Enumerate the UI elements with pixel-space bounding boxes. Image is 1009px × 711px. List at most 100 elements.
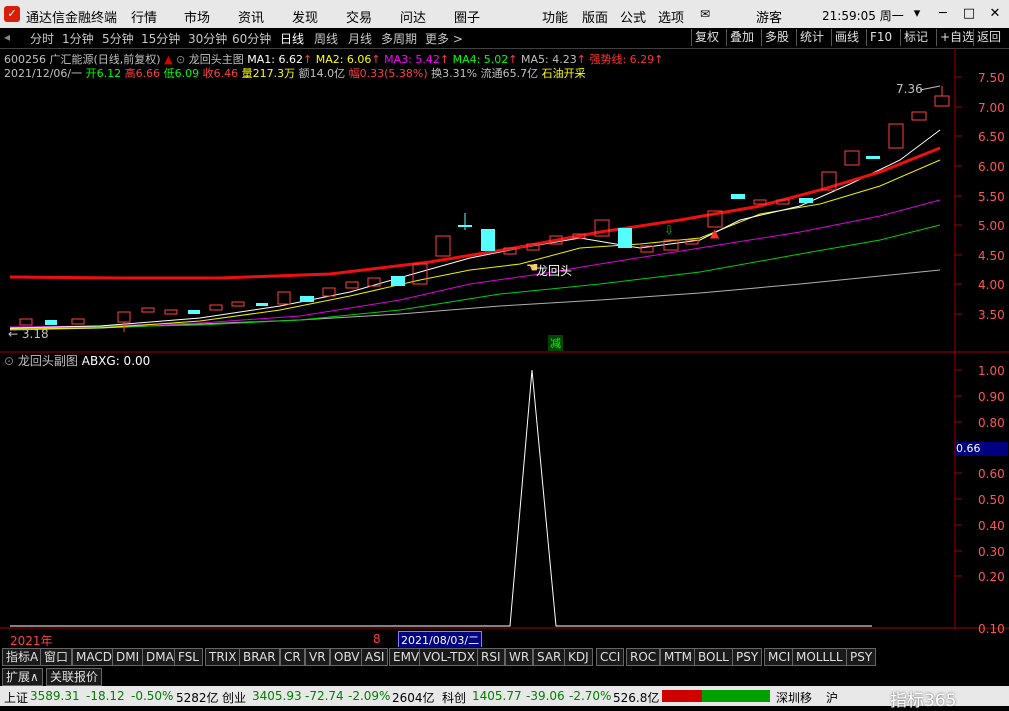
tab-macd[interactable]: MACD	[72, 648, 116, 666]
period-weekly[interactable]: 周线	[314, 30, 338, 47]
btn-huaxian[interactable]: 画线	[831, 29, 862, 46]
clock: 21:59:05 周一	[822, 9, 904, 23]
btn-duogu[interactable]: 多股	[761, 29, 792, 46]
tab-mtm[interactable]: MTM	[660, 648, 697, 666]
btn-tongji[interactable]: 统计	[796, 29, 827, 46]
menu-shichang[interactable]: 市场	[184, 7, 210, 26]
back-arrow-icon[interactable]: ◂	[4, 30, 10, 44]
sh-index-change: -18.12	[86, 689, 125, 703]
tab-roc[interactable]: ROC	[626, 648, 661, 666]
tab-related-quote[interactable]: 关联报价	[46, 668, 103, 686]
tab-asi[interactable]: ASI	[361, 648, 389, 666]
tab-brar[interactable]: BRAR	[239, 648, 280, 666]
period-daily[interactable]: 日线	[280, 30, 304, 47]
chart-area[interactable]: ▲ ⇩ ☚	[0, 48, 1009, 648]
menu-jiaoyi[interactable]: 交易	[346, 7, 372, 26]
sub-ytick-0-10: 0.10	[978, 622, 1005, 636]
menu-icon[interactable]: ▾	[904, 4, 930, 24]
period-15min[interactable]: 15分钟	[141, 30, 180, 47]
tab-obv[interactable]: OBV	[330, 648, 364, 666]
menu-quanzi[interactable]: 圈子	[454, 7, 480, 26]
tab-mci[interactable]: MCI	[764, 648, 795, 666]
sub-ytick-0-40: 0.40	[978, 519, 1005, 533]
mail-icon[interactable]: ✉	[700, 7, 710, 21]
high-price-label: 7.36	[896, 82, 923, 96]
btn-fuquan[interactable]: 复权	[691, 29, 722, 46]
menu-gongneng[interactable]: 功能	[542, 7, 568, 26]
low-price-label: ← 3.18	[8, 327, 49, 341]
period-60min[interactable]: 60分钟	[232, 30, 271, 47]
status-right-2[interactable]: 沪	[826, 689, 838, 706]
tab-vol-tdx[interactable]: VOL-TDX	[419, 648, 479, 666]
sub-ytick-0-80: 0.80	[978, 416, 1005, 430]
tab-psy-2[interactable]: PSY	[846, 648, 877, 666]
tab-dmi[interactable]: DMI	[112, 648, 144, 666]
period-1min[interactable]: 1分钟	[62, 30, 94, 47]
btn-return[interactable]: 返回	[973, 29, 1004, 46]
sh-index-name[interactable]: 上证	[4, 689, 28, 706]
tab-expand[interactable]: 扩展∧	[2, 668, 43, 686]
high-arrow	[919, 85, 941, 91]
tab-window[interactable]: 窗口	[40, 648, 73, 666]
status-bar: 上证 3589.31 -18.12 -0.50% 5282亿 创业 3405.9…	[0, 686, 1009, 711]
menu-xuanxiang[interactable]: 选项	[658, 7, 684, 26]
kc-index-value: 1405.77	[472, 689, 522, 703]
ytick-3-50: 3.50	[978, 308, 1005, 322]
sub-y-ticks	[955, 369, 962, 629]
up-arrow-marker: ▲	[710, 226, 720, 240]
tab-dma[interactable]: DMA	[142, 648, 178, 666]
tab-trix[interactable]: TRIX	[205, 648, 241, 666]
sh-index-value: 3589.31	[30, 689, 80, 703]
sub-ytick-0-30: 0.30	[978, 545, 1005, 559]
tab-boll[interactable]: BOLL	[694, 648, 733, 666]
sub-ytick-0-50: 0.50	[978, 493, 1005, 507]
maximize-icon[interactable]: □	[956, 4, 982, 24]
menu-hangqing[interactable]: 行情	[131, 7, 157, 26]
tab-rsi[interactable]: RSI	[477, 648, 505, 666]
tab-mollll[interactable]: MOLLLL	[792, 648, 847, 666]
sub-ytick-1-00: 1.00	[978, 364, 1005, 378]
menu-faxian[interactable]: 发现	[292, 7, 318, 26]
app-title: 通达信金融终端	[26, 11, 118, 26]
kc-index-pct: -2.70%	[569, 689, 612, 703]
menu-wenda[interactable]: 问达	[400, 7, 426, 26]
abxg-value: ABXG: 0.00	[81, 354, 151, 368]
tab-kdj[interactable]: KDJ	[564, 648, 593, 666]
menu-banmian[interactable]: 版面	[582, 7, 608, 26]
menu-gongshi[interactable]: 公式	[620, 7, 646, 26]
tab-psy[interactable]: PSY	[732, 648, 763, 666]
btn-add-favorite[interactable]: +自选	[936, 29, 977, 46]
period-fenshi[interactable]: 分时	[30, 30, 54, 47]
reduce-marker: 减	[548, 335, 563, 351]
period-30min[interactable]: 30分钟	[188, 30, 227, 47]
btn-f10[interactable]: F10	[866, 29, 895, 46]
tab-cr[interactable]: CR	[280, 648, 305, 666]
period-multi[interactable]: 多周期	[381, 30, 417, 47]
status-right-1[interactable]: 深圳移	[776, 689, 812, 706]
period-monthly[interactable]: 月线	[348, 30, 372, 47]
menu-zixun[interactable]: 资讯	[238, 7, 264, 26]
ytick-7-00: 7.00	[978, 101, 1005, 115]
btn-diejia[interactable]: 叠加	[726, 29, 757, 46]
ma2-line	[9, 159, 941, 330]
tab-fsl[interactable]: FSL	[174, 648, 203, 666]
ytick-5-00: 5.00	[978, 219, 1005, 233]
tab-cci[interactable]: CCI	[596, 648, 625, 666]
ytick-4-00: 4.00	[978, 278, 1005, 292]
btn-biaoji[interactable]: 标记	[900, 29, 931, 46]
subchart-title[interactable]: 龙回头副图	[18, 354, 78, 368]
cy-index-name[interactable]: 创业	[222, 689, 246, 706]
close-icon[interactable]: ✕	[982, 4, 1008, 24]
tab-indicator-a[interactable]: 指标A	[2, 648, 43, 666]
tab-sar[interactable]: SAR	[533, 648, 566, 666]
tab-wr[interactable]: WR	[505, 648, 534, 666]
kc-index-name[interactable]: 科创	[442, 689, 466, 706]
period-more[interactable]: 更多 >	[425, 30, 463, 47]
tab-vr[interactable]: VR	[305, 648, 330, 666]
ytick-7-50: 7.50	[978, 71, 1005, 85]
ma4-line	[9, 224, 941, 329]
period-5min[interactable]: 5分钟	[102, 30, 134, 47]
settings-icon[interactable]: ⊙	[4, 354, 14, 368]
minimize-icon[interactable]: ─	[930, 4, 956, 24]
user-label[interactable]: 游客	[756, 7, 782, 26]
